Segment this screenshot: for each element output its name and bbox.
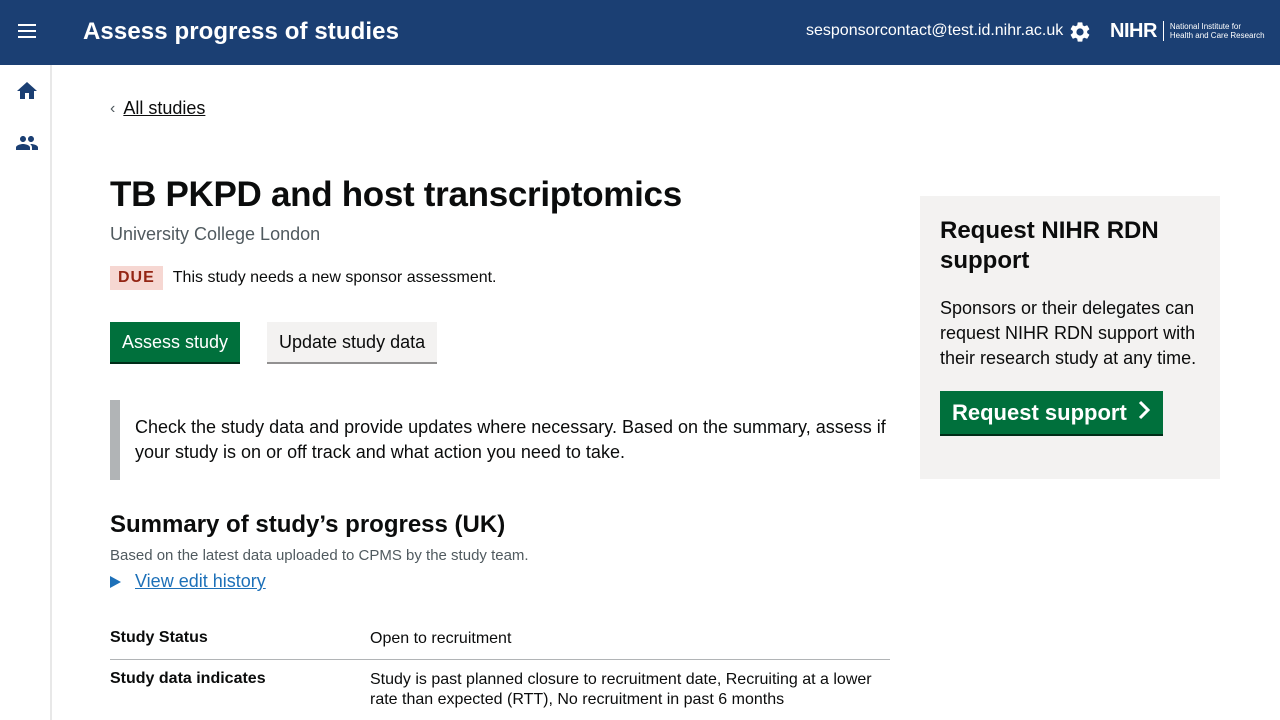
- summary-row-key: Study Status: [110, 629, 208, 646]
- menu-icon[interactable]: [14, 20, 40, 46]
- chevron-left-icon: ‹: [110, 99, 116, 117]
- study-organisation: University College London: [110, 224, 321, 244]
- status-badge: DUE: [110, 266, 163, 290]
- request-support-button[interactable]: Request support: [940, 391, 1163, 434]
- summary-row-key: Study data indicates: [110, 670, 266, 687]
- summary-row: Study Status Open to recruitment: [110, 619, 890, 660]
- summary-row-value: Open to recruitment: [370, 630, 512, 647]
- summary-row: Study data indicates Study is past plann…: [110, 660, 890, 720]
- view-edit-history-link[interactable]: View edit history: [135, 571, 266, 592]
- all-studies-link[interactable]: All studies: [123, 98, 205, 119]
- back-link[interactable]: ‹ All studies: [110, 98, 205, 119]
- summary-list: Study Status Open to recruitment Study d…: [110, 619, 890, 720]
- page-title: TB PKPD and host transcriptomics: [110, 175, 682, 214]
- app-header: Assess progress of studies sesponsorcont…: [0, 0, 1280, 65]
- summary-row-value: Study is past planned closure to recruit…: [370, 671, 872, 708]
- users-icon[interactable]: [14, 131, 40, 155]
- panel-text: Sponsors or their delegates can request …: [940, 298, 1197, 368]
- summary-title: Summary of study’s progress (UK): [110, 511, 506, 538]
- request-support-panel: Request NIHR RDN support Sponsors or the…: [920, 196, 1220, 479]
- status-row: DUE This study needs a new sponsor asses…: [110, 266, 497, 290]
- panel-title: Request NIHR RDN support: [940, 217, 1159, 274]
- inset-text: Check the study data and provide updates…: [110, 400, 890, 480]
- status-text: This study needs a new sponsor assessmen…: [172, 269, 497, 286]
- update-study-data-button[interactable]: Update study data: [267, 322, 438, 362]
- nihr-logo[interactable]: NIHR National Institute for Health and C…: [1110, 19, 1265, 43]
- chevron-right-icon: [1137, 400, 1151, 426]
- assess-study-button[interactable]: Assess study: [110, 322, 241, 362]
- user-email: sesponsorcontact@test.id.nihr.ac.uk: [806, 22, 1064, 39]
- logo-sub-line2: Health and Care Research: [1169, 31, 1265, 40]
- summary-subtitle: Based on the latest data uploaded to CPM…: [110, 547, 529, 564]
- side-nav: [0, 65, 52, 720]
- triangle-right-icon: [110, 575, 121, 588]
- logo-sub-line1: National Institute for: [1169, 22, 1242, 31]
- logo-divider: [1162, 21, 1164, 41]
- request-support-label: Request support: [952, 399, 1127, 425]
- logo-sub-text: National Institute for Health and Care R…: [1170, 22, 1265, 40]
- app-title: Assess progress of studies: [83, 18, 400, 45]
- gear-icon[interactable]: [1068, 20, 1092, 44]
- edit-history-toggle[interactable]: View edit history: [110, 571, 266, 592]
- home-icon[interactable]: [14, 79, 40, 103]
- logo-main-text: NIHR: [1110, 19, 1157, 42]
